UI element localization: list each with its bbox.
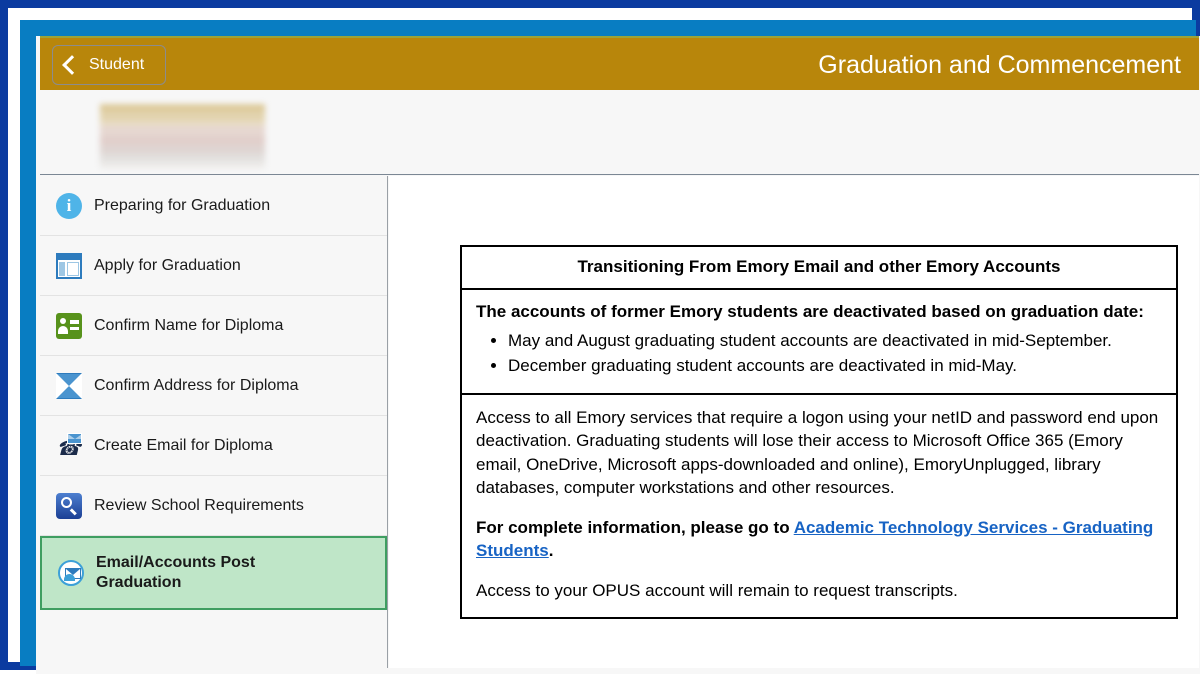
- intro-heading: The accounts of former Emory students ar…: [476, 302, 1144, 321]
- deactivation-bullet-list: May and August graduating student accoun…: [476, 330, 1162, 378]
- sidebar-item-label: Create Email for Diploma: [94, 436, 273, 454]
- window-border-gap: Student Graduation and Commencement i Pr…: [8, 8, 1200, 674]
- table-title-row: Transitioning From Emory Email and other…: [462, 247, 1176, 290]
- identity-strip: [40, 90, 1199, 175]
- window-form-icon: [56, 252, 82, 279]
- sidebar-item-label: Review School Requirements: [94, 496, 304, 514]
- search-icon: [56, 492, 82, 519]
- sidebar-item-review-school-requirements[interactable]: Review School Requirements: [40, 476, 387, 536]
- content-panel: Transitioning From Emory Email and other…: [389, 176, 1199, 668]
- more-info-prefix: For complete information, please go to: [476, 517, 794, 537]
- deactivation-summary-row: The accounts of former Emory students ar…: [462, 290, 1176, 395]
- sidebar-item-confirm-address-for-diploma[interactable]: Confirm Address for Diploma: [40, 356, 387, 416]
- redacted-student-info: [100, 104, 265, 168]
- more-info-paragraph: For complete information, please go to A…: [476, 516, 1162, 563]
- more-info-suffix: .: [548, 541, 554, 561]
- envelope-icon: [56, 372, 82, 399]
- sidebar-item-apply-for-graduation[interactable]: Apply for Graduation: [40, 236, 387, 296]
- sidebar-item-label: Email/Accounts Post Graduation: [96, 554, 256, 591]
- mail-users-icon: [58, 560, 84, 586]
- page-header: Student Graduation and Commencement: [40, 36, 1199, 90]
- list-item: May and August graduating student accoun…: [508, 330, 1162, 353]
- access-paragraph: Access to all Emory services that requir…: [476, 407, 1159, 498]
- chevron-left-icon: [62, 55, 82, 75]
- phone-mail-icon: ☎: [56, 432, 82, 459]
- back-button-label: Student: [89, 56, 145, 73]
- window-inner-border: Student Graduation and Commencement i Pr…: [20, 20, 1200, 674]
- table-title: Transitioning From Emory Email and other…: [577, 257, 1061, 276]
- sidebar-item-create-email-for-diploma[interactable]: ☎ Create Email for Diploma: [40, 416, 387, 476]
- sidebar-item-label: Preparing for Graduation: [94, 196, 271, 214]
- id-card-icon: [56, 312, 82, 339]
- info-circle-icon: i: [56, 192, 82, 219]
- sidebar-item-email-accounts-post-graduation[interactable]: Email/Accounts Post Graduation: [40, 536, 387, 610]
- sidebar-item-confirm-name-for-diploma[interactable]: Confirm Name for Diploma: [40, 296, 387, 356]
- page-surface: Student Graduation and Commencement i Pr…: [36, 36, 1200, 674]
- sidebar-item-label: Apply for Graduation: [94, 256, 241, 274]
- window-outer-border: Student Graduation and Commencement i Pr…: [0, 0, 1200, 674]
- back-button[interactable]: Student: [52, 45, 166, 85]
- sidebar-item-label: Confirm Name for Diploma: [94, 316, 284, 334]
- list-item: December graduating student accounts are…: [508, 355, 1162, 378]
- opus-paragraph: Access to your OPUS account will remain …: [476, 580, 958, 600]
- sidebar-item-preparing-for-graduation[interactable]: i Preparing for Graduation: [40, 176, 387, 236]
- info-table: Transitioning From Emory Email and other…: [460, 245, 1178, 619]
- details-row: Access to all Emory services that requir…: [462, 395, 1176, 617]
- sidebar-item-label: Confirm Address for Diploma: [94, 376, 299, 394]
- body-area: i Preparing for Graduation Apply for Gra…: [40, 176, 1199, 674]
- page-title: Graduation and Commencement: [818, 51, 1181, 79]
- sidebar-nav: i Preparing for Graduation Apply for Gra…: [40, 176, 388, 668]
